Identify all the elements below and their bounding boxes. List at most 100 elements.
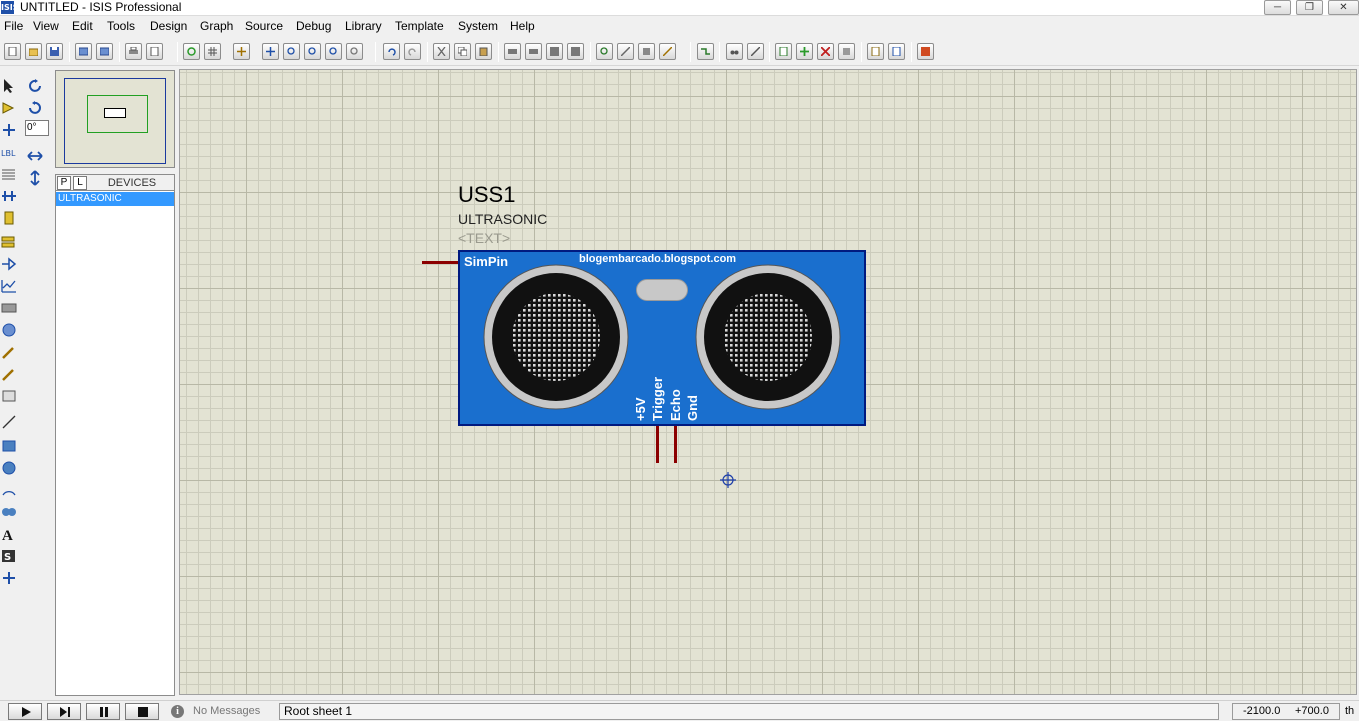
cut-button[interactable]: [433, 43, 450, 60]
menu-graph[interactable]: Graph: [200, 19, 233, 33]
netlist-to-ares-button[interactable]: [917, 43, 934, 60]
close-button[interactable]: ✕: [1328, 0, 1359, 15]
line-tool[interactable]: [1, 414, 17, 430]
undo-button[interactable]: [383, 43, 400, 60]
paste-button[interactable]: [475, 43, 492, 60]
play-button[interactable]: [8, 703, 42, 720]
search-tag-button[interactable]: [726, 43, 743, 60]
menu-view[interactable]: View: [33, 19, 59, 33]
component-text-placeholder[interactable]: <TEXT>: [458, 229, 510, 247]
overview-window[interactable]: [55, 70, 175, 168]
mirror-horizontal-button[interactable]: [27, 148, 43, 164]
path-tool[interactable]: [1, 504, 17, 520]
subcircuit-tool[interactable]: [1, 210, 17, 226]
save-button[interactable]: [46, 43, 63, 60]
property-assignment-button[interactable]: [747, 43, 764, 60]
simpin-pin-wire[interactable]: [422, 261, 458, 264]
rotate-clockwise-button[interactable]: [27, 78, 43, 94]
exit-to-parent-button[interactable]: [838, 43, 855, 60]
grid-toggle-button[interactable]: [204, 43, 221, 60]
export-button[interactable]: [96, 43, 113, 60]
menu-tools[interactable]: Tools: [107, 19, 135, 33]
electrical-rule-check-button[interactable]: [888, 43, 905, 60]
zoom-area-button[interactable]: [346, 43, 363, 60]
wire-label-tool[interactable]: LBL: [1, 144, 17, 160]
block-copy-button[interactable]: [504, 43, 521, 60]
component-value-label[interactable]: ULTRASONIC: [458, 210, 547, 228]
device-list-item[interactable]: ULTRASONIC: [56, 192, 174, 206]
print-button[interactable]: [125, 43, 142, 60]
block-rotate-button[interactable]: [546, 43, 563, 60]
component-reference-label[interactable]: USS1: [458, 182, 515, 208]
overview-viewport-box[interactable]: [87, 95, 148, 133]
redraw-button[interactable]: [183, 43, 200, 60]
graph-tool[interactable]: [1, 278, 17, 294]
menu-help[interactable]: Help: [510, 19, 535, 33]
menu-design[interactable]: Design: [150, 19, 187, 33]
selection-mode-tool[interactable]: [1, 78, 17, 94]
mirror-vertical-button[interactable]: [27, 170, 43, 186]
pick-device-button[interactable]: [596, 43, 613, 60]
component-mode-tool[interactable]: [1, 100, 17, 116]
new-file-button[interactable]: [4, 43, 21, 60]
current-probe-tool[interactable]: [1, 366, 17, 382]
import-button[interactable]: [75, 43, 92, 60]
zoom-in-button[interactable]: [283, 43, 300, 60]
generator-tool[interactable]: [1, 322, 17, 338]
menu-source[interactable]: Source: [245, 19, 283, 33]
minimize-button[interactable]: ─: [1264, 0, 1291, 15]
block-move-button[interactable]: [525, 43, 542, 60]
symbol-tool[interactable]: S: [1, 548, 17, 564]
rotate-anticlockwise-button[interactable]: [27, 100, 43, 116]
rotation-angle-field[interactable]: 0°: [25, 120, 49, 136]
voltage-probe-tool[interactable]: [1, 344, 17, 360]
pause-button[interactable]: [86, 703, 120, 720]
step-button[interactable]: [47, 703, 81, 720]
virtual-instruments-tool[interactable]: [1, 388, 17, 404]
zoom-out-button[interactable]: [304, 43, 321, 60]
marker-tool[interactable]: [1, 570, 17, 586]
schematic-canvas[interactable]: USS1 ULTRASONIC <TEXT> SimPin blogembarc…: [179, 69, 1357, 695]
origin-button[interactable]: [233, 43, 250, 60]
tape-recorder-tool[interactable]: [1, 300, 17, 316]
menu-library[interactable]: Library: [345, 19, 382, 33]
packaging-tool-button[interactable]: [638, 43, 655, 60]
trigger-pin-wire[interactable]: [656, 425, 659, 463]
library-manager-tab[interactable]: L: [73, 176, 87, 190]
circle-tool[interactable]: [1, 460, 17, 476]
pick-devices-tab[interactable]: P: [57, 176, 71, 190]
arc-tool[interactable]: [1, 482, 17, 498]
stop-button[interactable]: [125, 703, 159, 720]
copy-button[interactable]: [454, 43, 471, 60]
messages-status[interactable]: No Messages: [193, 705, 260, 718]
junction-dot-tool[interactable]: [1, 122, 17, 138]
new-sheet-button[interactable]: [775, 43, 792, 60]
redo-button[interactable]: [404, 43, 421, 60]
bus-tool[interactable]: [1, 188, 17, 204]
text-tool[interactable]: A: [1, 526, 17, 544]
remove-sheet-button[interactable]: [817, 43, 834, 60]
print-area-button[interactable]: [146, 43, 163, 60]
info-icon[interactable]: i: [171, 705, 184, 718]
menu-template[interactable]: Template: [395, 19, 444, 33]
block-delete-button[interactable]: [567, 43, 584, 60]
crystal-oscillator-shape: [636, 279, 688, 301]
device-pin-tool[interactable]: [1, 256, 17, 272]
terminal-tool[interactable]: [1, 234, 17, 250]
text-script-tool[interactable]: [1, 166, 17, 182]
wire-autorouter-button[interactable]: [697, 43, 714, 60]
menu-edit[interactable]: Edit: [72, 19, 93, 33]
pan-button[interactable]: [262, 43, 279, 60]
box-tool[interactable]: [1, 438, 17, 454]
restore-button[interactable]: ❐: [1296, 0, 1323, 15]
echo-pin-wire[interactable]: [674, 425, 677, 463]
bill-of-materials-button[interactable]: [867, 43, 884, 60]
zoom-all-button[interactable]: [325, 43, 342, 60]
menu-debug[interactable]: Debug: [296, 19, 331, 33]
decompose-button[interactable]: [659, 43, 676, 60]
make-device-button[interactable]: [617, 43, 634, 60]
menu-file[interactable]: File: [4, 19, 23, 33]
menu-system[interactable]: System: [458, 19, 498, 33]
add-sheet-button[interactable]: [796, 43, 813, 60]
open-button[interactable]: [25, 43, 42, 60]
